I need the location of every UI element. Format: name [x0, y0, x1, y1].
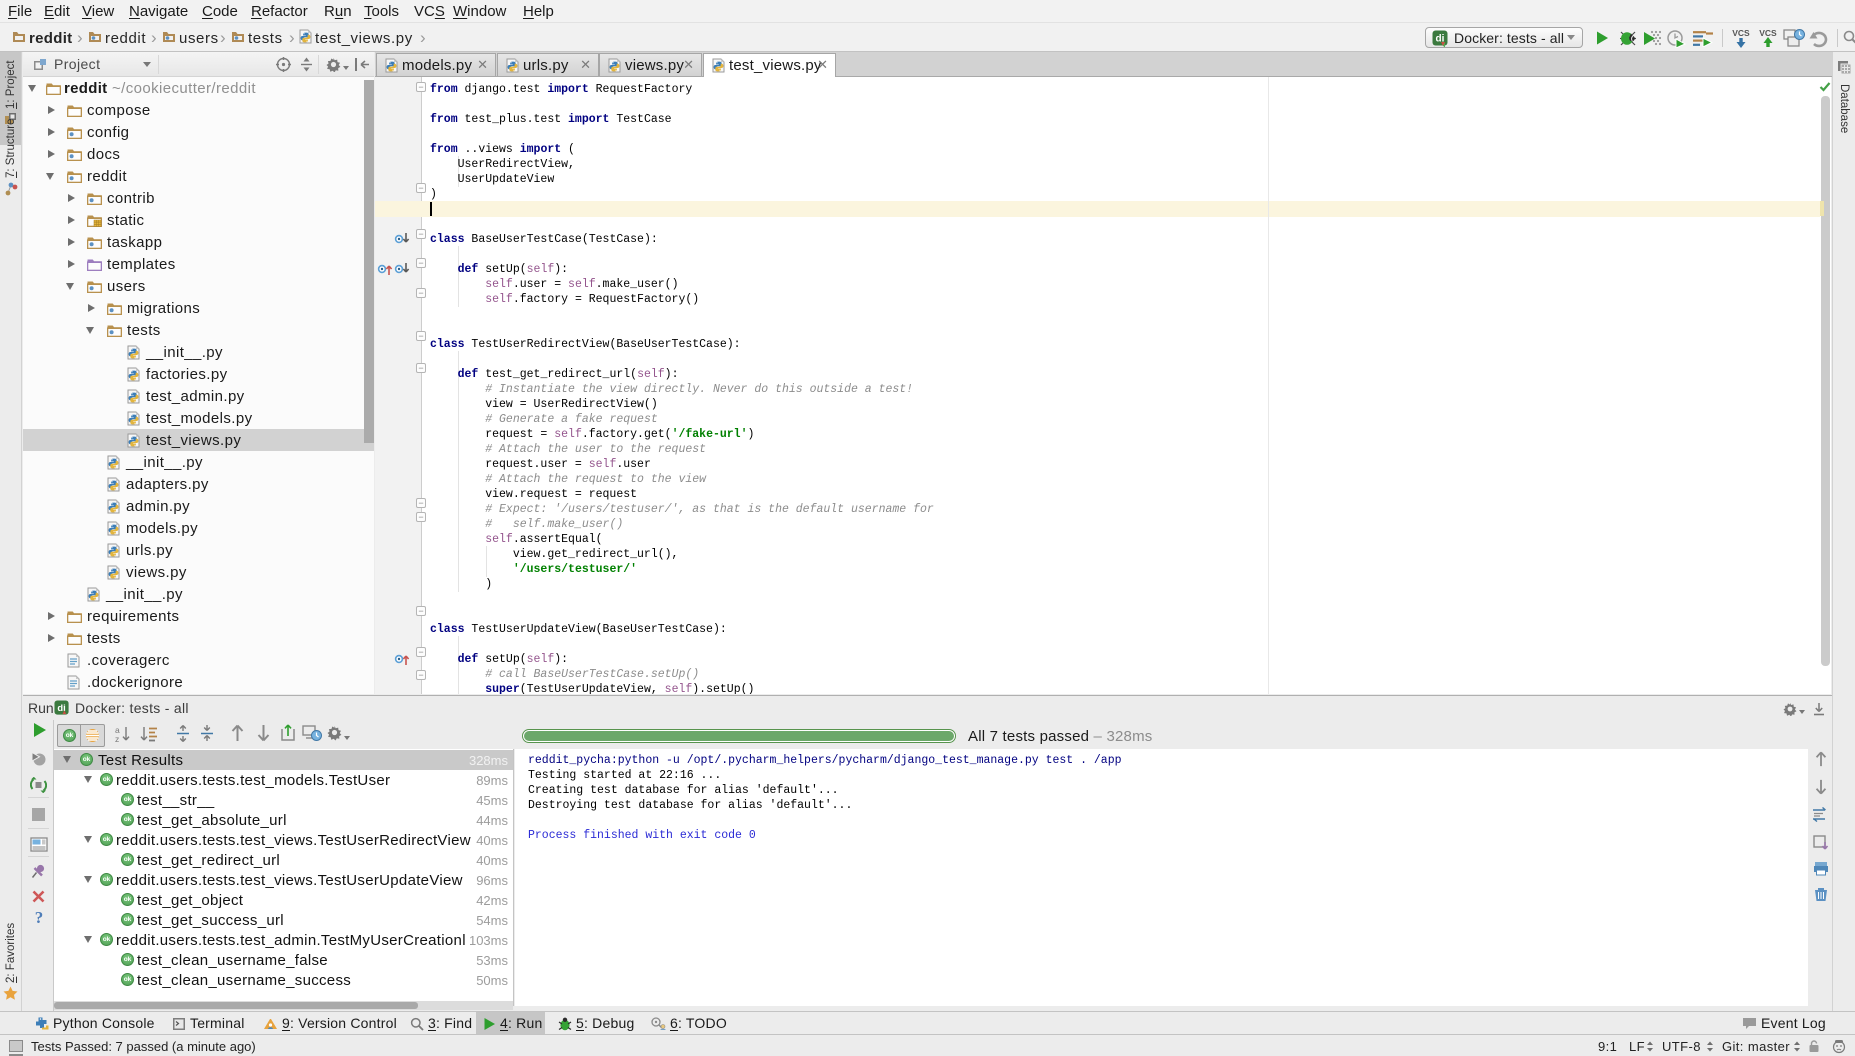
- svg-text:VCS: VCS: [1759, 28, 1777, 38]
- svg-text:?: ?: [35, 908, 44, 926]
- svg-text:VCS: VCS: [1732, 28, 1750, 38]
- svg-text:z: z: [115, 734, 119, 743]
